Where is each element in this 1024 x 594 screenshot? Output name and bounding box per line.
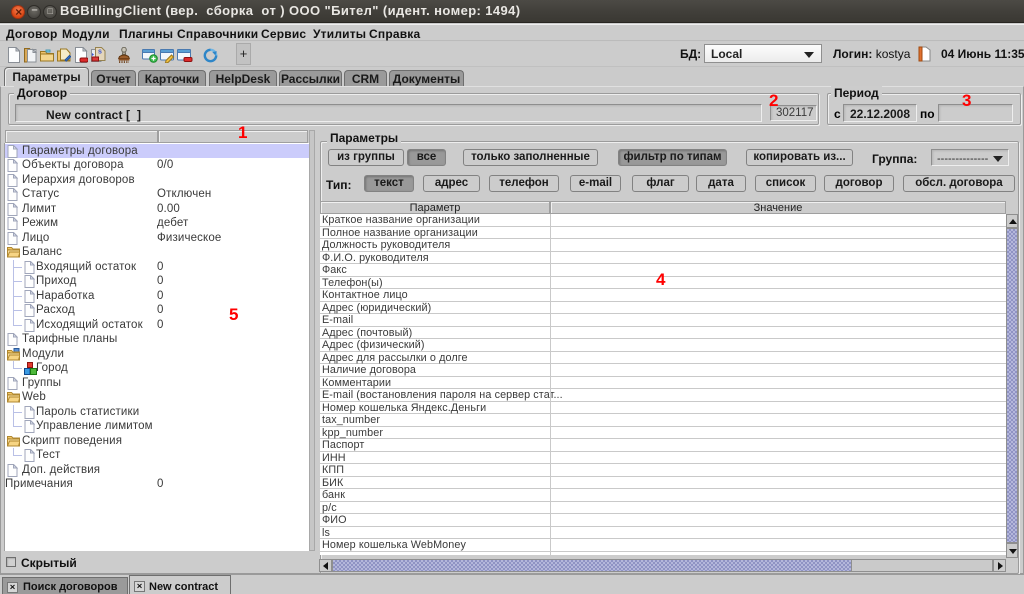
svg-text:s: s — [98, 49, 102, 56]
